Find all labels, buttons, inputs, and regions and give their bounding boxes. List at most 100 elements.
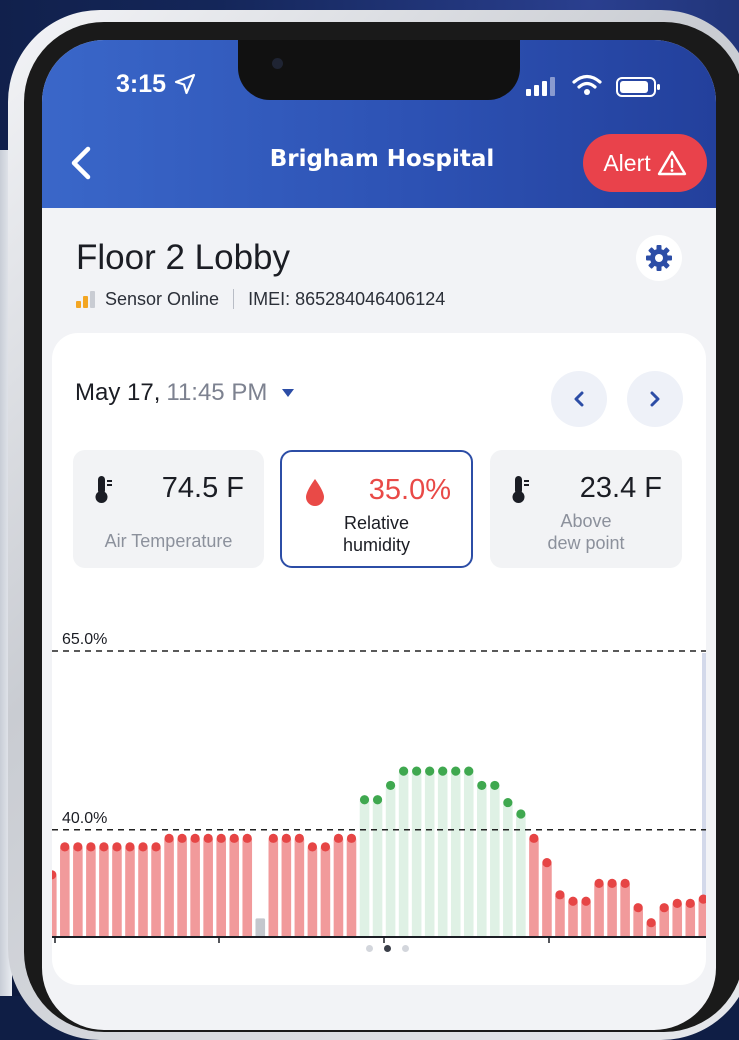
- chart-bar: [125, 846, 135, 937]
- chart-point: [451, 766, 461, 776]
- page-dot[interactable]: [366, 945, 373, 952]
- chart-bar: [437, 771, 448, 937]
- chart-point: [685, 898, 695, 908]
- imei: IMEI: 865284046406124: [248, 288, 446, 309]
- chart-bar: [411, 771, 422, 937]
- chart-point: [542, 858, 552, 868]
- location-title: Floor 2 Lobby: [76, 238, 291, 277]
- chart-point: [568, 896, 578, 906]
- chart-bar: [372, 799, 383, 937]
- chart-bar: [359, 799, 370, 937]
- back-chevron-icon[interactable]: [68, 146, 94, 180]
- chart-bar: [307, 846, 318, 937]
- chart-bar: [581, 901, 591, 937]
- threshold-label: 40.0%: [62, 810, 107, 827]
- pagination-dots: [366, 945, 409, 952]
- page-dot-active[interactable]: [384, 945, 391, 952]
- page-title: Brigham Hospital: [269, 146, 495, 172]
- app-screen: 3:15 Brigham Hospital Alert Floor 2 Lobb…: [42, 40, 716, 1030]
- chart-point: [359, 795, 370, 805]
- chart-point: [333, 833, 344, 843]
- chart-point: [281, 833, 291, 843]
- chart-point: [190, 833, 200, 843]
- chart-bar: [294, 838, 305, 937]
- chart-bar: [516, 814, 526, 937]
- alert-label: Alert: [603, 149, 651, 176]
- chart-bar: [476, 785, 487, 937]
- sensor-status-row: Sensor Online IMEI: 865284046406124: [76, 288, 445, 310]
- chart-point: [86, 842, 96, 852]
- chart-bar: [229, 838, 240, 937]
- chart-point: [151, 842, 161, 852]
- location-arrow-icon: [174, 73, 196, 95]
- chart-bar: [86, 846, 96, 937]
- chart-point: [229, 833, 239, 843]
- settings-button[interactable]: [636, 235, 682, 281]
- readings-card: May 17, 11:45 PM 74.5 F Air Temperature …: [52, 333, 706, 985]
- sensor-status: Sensor Online: [105, 288, 220, 309]
- chart-bar: [542, 862, 552, 937]
- chart-point: [268, 833, 278, 843]
- chart-bar: [555, 894, 565, 937]
- chart-point: [490, 780, 500, 791]
- app-header: 3:15 Brigham Hospital Alert: [42, 40, 716, 208]
- chart-bar: [490, 785, 500, 937]
- chart-point: [555, 890, 565, 900]
- chart-bar: [620, 883, 630, 937]
- chart-bar: [203, 838, 213, 937]
- chart-point: [607, 878, 617, 888]
- chart-bar: [138, 846, 148, 937]
- chart-point: [620, 878, 630, 888]
- chart-bar: [333, 838, 344, 937]
- chart-point: [112, 842, 122, 852]
- chart-point: [516, 809, 526, 819]
- chart-bar: [346, 838, 357, 937]
- chart-point: [73, 842, 83, 852]
- chart-point: [320, 842, 331, 852]
- chart-point: [646, 918, 656, 928]
- chart-point: [594, 878, 604, 888]
- chart-point: [438, 766, 448, 776]
- chart-point: [60, 842, 70, 852]
- battery-icon: [616, 77, 660, 97]
- chart-point: [346, 833, 357, 843]
- chart-bar: [255, 918, 266, 937]
- chart-point: [177, 833, 187, 843]
- chart-bar: [450, 771, 461, 937]
- chart-point: [425, 766, 435, 776]
- chart-bar: [568, 901, 578, 937]
- chart-bar: [216, 838, 226, 937]
- chart-point: [399, 766, 409, 776]
- chart-bar: [398, 771, 409, 937]
- chart-bar: [99, 846, 109, 937]
- chart-bar: [177, 838, 187, 937]
- humidity-chart: 65.0%40.0%12 AM12 PMMay 17 - 12 AM12 PM: [52, 631, 706, 943]
- chart-bar: [190, 838, 200, 937]
- chart-bar: [73, 846, 83, 937]
- alert-button[interactable]: Alert: [583, 134, 707, 192]
- divider: [233, 289, 235, 309]
- chart-bar: [281, 838, 292, 937]
- chart-bar: [320, 846, 331, 937]
- chart-point: [464, 766, 474, 776]
- chart-point: [294, 833, 304, 843]
- page-dot[interactable]: [402, 945, 409, 952]
- status-time: 3:15: [116, 70, 167, 98]
- chart-point: [385, 780, 396, 791]
- chart-bar: [503, 802, 513, 937]
- chart-bar: [52, 874, 57, 937]
- chart-bar: [385, 785, 396, 937]
- chart-point: [203, 833, 213, 843]
- chart-point: [138, 842, 148, 852]
- chart-bar: [268, 838, 279, 937]
- chart-point: [125, 842, 135, 852]
- cellular-signal-icon: [526, 77, 555, 96]
- chart-bar: [594, 883, 604, 937]
- chart-point: [99, 842, 109, 852]
- chart-bar: [698, 899, 706, 937]
- chart-bar: [242, 838, 253, 937]
- chart-point: [307, 842, 317, 852]
- chart-point: [412, 766, 422, 776]
- chart-point: [164, 833, 174, 843]
- chart-point: [659, 903, 669, 913]
